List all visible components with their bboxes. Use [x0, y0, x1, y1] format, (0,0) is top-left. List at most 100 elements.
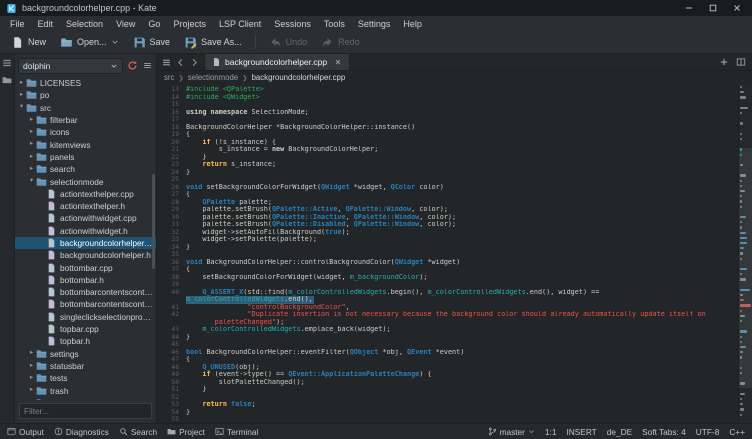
- expander-icon[interactable]: ▸: [27, 117, 36, 124]
- save-button[interactable]: Save: [127, 34, 177, 51]
- tree-item-statusbar[interactable]: ▸statusbar: [15, 360, 156, 372]
- line-number: [157, 296, 186, 304]
- menu-selection[interactable]: Selection: [64, 18, 105, 30]
- statusbar-toggle-terminal[interactable]: Terminal: [215, 427, 258, 437]
- tree-item-backgroundcolorhelper-cpp[interactable]: backgroundcolorhelper.cpp: [15, 237, 156, 249]
- statusbar-toggle-search[interactable]: Search: [119, 427, 157, 437]
- tree-item-settings[interactable]: ▸settings: [15, 348, 156, 360]
- tree-item-tests[interactable]: ▸tests: [15, 372, 156, 384]
- tree-item-userfeedback[interactable]: ▸userfeedback: [15, 397, 156, 400]
- tree-item-po[interactable]: ▸po: [15, 89, 156, 101]
- tree-item-singleclickselectionproxystyle-cpp[interactable]: singleclickselectionproxystyle.cpp: [15, 311, 156, 323]
- menu-settings[interactable]: Settings: [356, 18, 393, 30]
- document-list-icon[interactable]: [162, 58, 171, 67]
- tree-item-icons[interactable]: ▸icons: [15, 126, 156, 138]
- menu-view[interactable]: View: [114, 18, 137, 30]
- close-button[interactable]: [732, 3, 742, 13]
- reload-project-icon[interactable]: [127, 60, 138, 71]
- code-line: 32 widget->setAutoFillBackground(true);: [157, 229, 738, 237]
- new-tab-icon[interactable]: [719, 57, 729, 67]
- maximize-button[interactable]: [708, 3, 718, 13]
- expander-icon[interactable]: ▾: [17, 104, 26, 111]
- status-insert[interactable]: INSERT: [566, 427, 596, 437]
- minimap-scrollbar[interactable]: [738, 84, 752, 423]
- new-button[interactable]: New: [5, 34, 52, 51]
- status-de-de[interactable]: de_DE: [607, 427, 632, 437]
- project-file-tree: ▸LICENSES▸po▾src▸filterbar▸icons▸kitemvi…: [15, 75, 156, 400]
- status-soft-tabs-4[interactable]: Soft Tabs: 4: [642, 427, 686, 437]
- expander-icon[interactable]: ▸: [17, 92, 26, 99]
- status-master[interactable]: master: [488, 427, 535, 437]
- menu-file[interactable]: File: [8, 18, 27, 30]
- expander-icon[interactable]: ▸: [27, 154, 36, 161]
- tab-close-icon[interactable]: [334, 58, 342, 66]
- menu-help[interactable]: Help: [401, 18, 424, 30]
- tree-item-bottombarcontentscontainer-h[interactable]: bottombarcontentscontainer.h: [15, 298, 156, 310]
- menu-lsp-client[interactable]: LSP Client: [217, 18, 263, 30]
- code-text: paletteChanged");: [186, 319, 738, 327]
- expander-icon[interactable]: ▸: [27, 166, 36, 173]
- project-selector[interactable]: dolphin: [18, 58, 123, 74]
- statusbar-toggle-project[interactable]: Project: [167, 427, 205, 437]
- filter-box: [19, 403, 152, 419]
- project-menu-icon[interactable]: [142, 60, 153, 71]
- menu-projects[interactable]: Projects: [171, 18, 208, 30]
- menu-go[interactable]: Go: [146, 18, 162, 30]
- statusbar-toggle-diagnostics[interactable]: Diagnostics: [54, 427, 109, 437]
- filesystem-toolview-icon[interactable]: [2, 75, 12, 85]
- undo-icon: [269, 36, 282, 49]
- folder-icon: [36, 127, 47, 137]
- tab-backgroundcolorhelper[interactable]: backgroundcolorhelper.cpp: [204, 54, 350, 70]
- tree-item-backgroundcolorhelper-h[interactable]: backgroundcolorhelper.h: [15, 249, 156, 261]
- status-c++[interactable]: C++: [729, 427, 745, 437]
- tree-item-trash[interactable]: ▸trash: [15, 384, 156, 396]
- forward-icon[interactable]: [190, 58, 199, 67]
- menu-edit[interactable]: Edit: [36, 18, 56, 30]
- back-icon[interactable]: [176, 58, 185, 67]
- minimize-button[interactable]: [684, 3, 694, 13]
- tree-item-bottombar-h[interactable]: bottombar.h: [15, 274, 156, 286]
- tree-item-actionwithwidget-cpp[interactable]: actionwithwidget.cpp: [15, 212, 156, 224]
- expander-icon[interactable]: ▸: [27, 375, 36, 382]
- menu-sessions[interactable]: Sessions: [272, 18, 313, 30]
- tree-item-bottombar-cpp[interactable]: bottombar.cpp: [15, 261, 156, 273]
- code-text: widget->setAutoFillBackground(true);: [186, 229, 738, 237]
- line-number: 49: [157, 371, 186, 379]
- saveas-button[interactable]: Save As...: [178, 34, 248, 51]
- breadcrumb-item[interactable]: backgroundcolorhelper.cpp: [252, 73, 346, 82]
- tree-item-bottombarcontentscontainer-cpp[interactable]: bottombarcontentscontainer.cpp: [15, 286, 156, 298]
- tree-item-src[interactable]: ▾src: [15, 102, 156, 114]
- tree-item-topbar-h[interactable]: topbar.h: [15, 335, 156, 347]
- open-button[interactable]: Open...: [54, 34, 125, 51]
- expander-icon[interactable]: ▸: [27, 141, 36, 148]
- breadcrumb-item[interactable]: selectionmode: [188, 73, 238, 82]
- toolbar-separator: [255, 35, 256, 49]
- tree-item-LICENSES[interactable]: ▸LICENSES: [15, 77, 156, 89]
- status-utf-8[interactable]: UTF-8: [696, 427, 720, 437]
- tree-item-selectionmode[interactable]: ▾selectionmode: [15, 175, 156, 187]
- tree-item-actiontexthelper-h[interactable]: actiontexthelper.h: [15, 200, 156, 212]
- expander-icon[interactable]: ▸: [27, 363, 36, 370]
- minimap-viewport[interactable]: [739, 148, 752, 387]
- tree-item-topbar-cpp[interactable]: topbar.cpp: [15, 323, 156, 335]
- tree-item-kitemviews[interactable]: ▸kitemviews: [15, 138, 156, 150]
- tree-item-actiontexthelper-cpp[interactable]: actiontexthelper.cpp: [15, 188, 156, 200]
- expander-icon[interactable]: ▸: [27, 387, 36, 394]
- tree-item-actionwithwidget-h[interactable]: actionwithwidget.h: [15, 225, 156, 237]
- sidebar-scrollbar[interactable]: [152, 174, 155, 269]
- menu-tools[interactable]: Tools: [322, 18, 347, 30]
- statusbar-toggle-output[interactable]: Output: [7, 427, 44, 437]
- documents-toolview-icon[interactable]: [2, 58, 12, 68]
- tree-item-panels[interactable]: ▸panels: [15, 151, 156, 163]
- breadcrumb-item[interactable]: src: [164, 73, 174, 82]
- code-area[interactable]: 13#include <QPalette>14#include <QWidget…: [157, 84, 738, 423]
- expander-icon[interactable]: ▾: [27, 178, 36, 185]
- expander-icon[interactable]: ▸: [27, 129, 36, 136]
- status-1-1[interactable]: 1:1: [545, 427, 557, 437]
- split-view-icon[interactable]: [736, 57, 746, 67]
- tree-item-filterbar[interactable]: ▸filterbar: [15, 114, 156, 126]
- expander-icon[interactable]: ▸: [27, 350, 36, 357]
- expander-icon[interactable]: ▸: [17, 80, 26, 87]
- filter-input[interactable]: [24, 406, 147, 416]
- tree-item-search[interactable]: ▸search: [15, 163, 156, 175]
